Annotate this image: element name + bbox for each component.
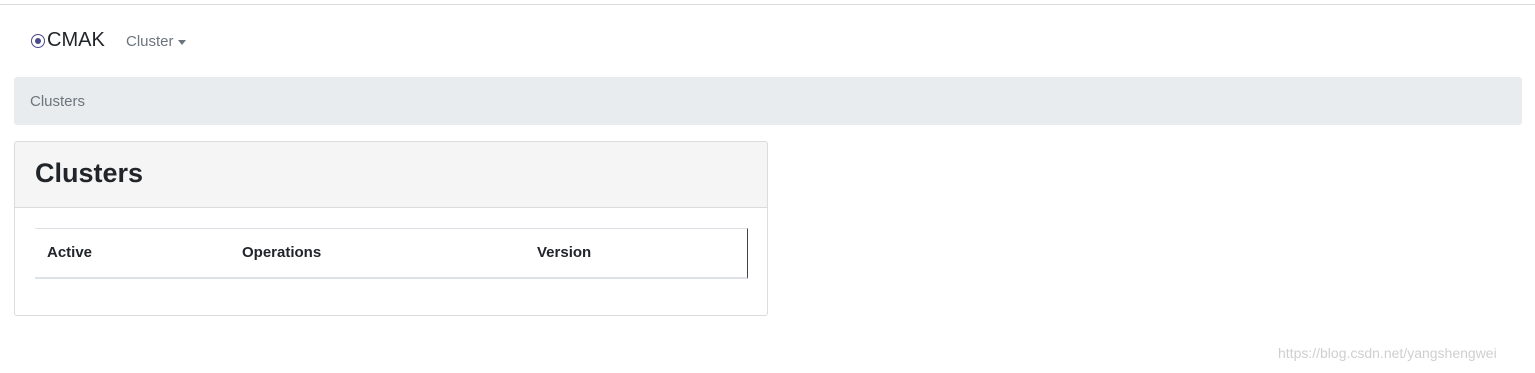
clusters-card: Clusters Active Operations Version: [14, 141, 768, 316]
logo-dot: [35, 37, 41, 44]
breadcrumb: Clusters: [14, 77, 1522, 125]
card-title: Clusters: [35, 158, 144, 188]
brand-name: CMAK: [47, 29, 105, 51]
column-header-version[interactable]: Version: [537, 244, 591, 261]
column-header-operations[interactable]: Operations: [242, 244, 321, 261]
column-header-active[interactable]: Active: [47, 244, 92, 261]
breadcrumb-item-clusters: Clusters: [30, 92, 86, 110]
brand-link[interactable]: CMAK: [31, 29, 105, 52]
cluster-dropdown[interactable]: Cluster: [126, 33, 186, 50]
card-header: Clusters: [15, 142, 767, 208]
cmak-logo-icon: [31, 33, 45, 48]
navbar: CMAK Cluster: [0, 5, 1535, 77]
clusters-table: Active Operations Version: [35, 228, 748, 279]
cluster-dropdown-label: Cluster: [126, 33, 174, 50]
caret-down-icon: [177, 39, 186, 45]
watermark: https://blog.csdn.net/yangshengwei: [1278, 345, 1497, 361]
